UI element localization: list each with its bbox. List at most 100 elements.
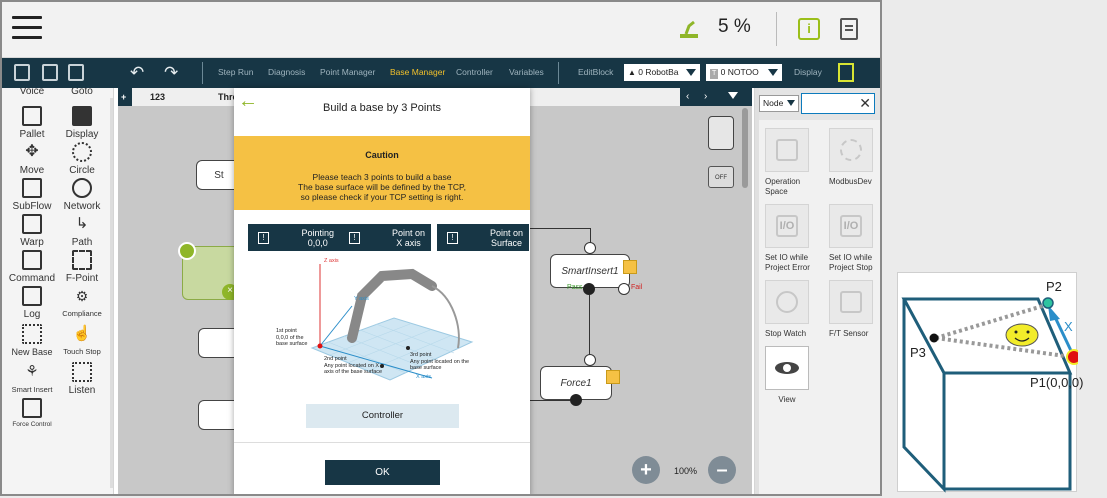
three-point-diagram: Z axis Y axis X axis 1st point 0,0,0 of … [276,256,482,388]
node-input-port[interactable] [584,354,596,366]
palette-item-label: Pallet [19,129,45,140]
clear-search-icon[interactable]: ✕ [859,95,871,112]
next-tab-icon[interactable]: › [704,91,707,102]
library-item-io-project-stop[interactable]: I/O Set IO while Project Stop [829,204,880,273]
document-icon[interactable] [840,18,858,40]
robot-status-icon[interactable] [678,18,700,40]
caution-text: Please teach 3 points to build a base [312,172,452,182]
palette-item-label: Compliance [62,309,102,318]
point-x-axis-button[interactable]: ! Point on X axis [339,224,431,251]
palette-item-warp[interactable]: Warp [6,214,58,248]
palette-item-label: Listen [68,385,96,396]
node-output-port[interactable] [570,394,582,406]
zoom-out-button[interactable]: – [708,456,736,484]
step-label: Surface [490,238,522,248]
palette-item-log[interactable]: Log [6,286,58,320]
node-input-port[interactable] [584,242,596,254]
menu-icon[interactable] [12,16,42,42]
tab-diagnosis[interactable]: Diagnosis [268,67,305,77]
edit-node-icon[interactable] [178,242,196,260]
palette-item-force-control[interactable]: Force Control [6,398,58,428]
redo-icon[interactable]: ↷ [164,63,178,83]
palette-item-compliance[interactable]: ⚙ Compliance [56,286,108,318]
ok-button[interactable]: OK [325,460,440,485]
tab-project-123[interactable]: 123 [144,88,171,106]
palette-item-network[interactable]: Network [56,178,108,212]
info-icon[interactable]: i [798,18,820,40]
library-scrollbar[interactable] [755,88,759,494]
tool-icon: T [710,69,719,79]
node-fail-port[interactable] [618,283,630,295]
palette-item-goto[interactable]: Goto [56,88,108,97]
tab-list-icon[interactable] [728,92,738,99]
palette-scrollbar[interactable] [110,98,113,488]
robot-base-select[interactable]: ▲ 0 RobotBa [624,64,700,81]
subflow-icon [22,178,42,198]
point-surface-button[interactable]: ! Point on Surface [437,224,529,251]
point-1-label: 1st point 0,0,0 of the base surface [276,328,308,348]
tab-controller[interactable]: Controller [456,67,493,77]
palette-item-path[interactable]: ↳ Path [56,214,108,248]
palette-item-pallet[interactable]: Pallet [6,106,58,140]
library-item-operation-space[interactable]: Operation Space [765,128,823,197]
tab-step-run[interactable]: Step Run [218,67,253,77]
x-axis-label: X [1064,319,1073,334]
divider [234,442,530,443]
canvas-scrollbar[interactable] [742,108,748,188]
save-icon[interactable] [42,64,58,81]
library-item-io-project-error[interactable]: I/O Set IO while Project Error [765,204,823,273]
node-filter-value: Node [763,98,784,108]
palette-item-label: Touch Stop [63,347,101,356]
move-icon: ✥ [25,143,39,160]
save-as-icon[interactable] [68,64,84,81]
palette-item-touch-stop[interactable]: ☝ Touch Stop [56,324,108,356]
node-search-input[interactable]: ✕ [801,93,875,114]
base-points-illustration: P2 X P3 P1(0,0,0) [897,272,1083,493]
tab-variables[interactable]: Variables [509,67,544,77]
circle-icon [72,142,92,162]
library-item-stop-watch[interactable]: Stop Watch [765,280,823,339]
library-item-ft-sensor[interactable]: F/T Sensor [829,280,880,339]
palette-item-label: Log [23,309,41,320]
new-file-icon[interactable] [14,64,30,81]
speed-indicator[interactable]: 5 % [718,16,751,38]
node-pass-port[interactable] [583,283,595,295]
palette-item-new-base[interactable]: New Base [6,324,58,357]
point-3-label: 3rd point Any point located on the base … [410,352,469,372]
controller-button[interactable]: Controller [306,404,459,428]
palette-item-circle[interactable]: Circle [56,142,108,176]
display-panel-icon[interactable] [838,63,854,82]
point-0-button[interactable]: ! Pointing 0,0,0 [248,224,340,251]
tab-base-manager[interactable]: Base Manager [390,67,445,77]
library-item-label: Operation Space [765,177,801,196]
tab-editblock[interactable]: EditBlock [578,67,613,77]
library-item-label: F/T Sensor [829,329,869,338]
palette-item-display[interactable]: Display [56,106,108,140]
node-filter-select[interactable]: Node [759,95,799,112]
palette-item-move[interactable]: ✥ Move [6,142,58,176]
tab-point-manager[interactable]: Point Manager [320,67,375,77]
zoom-in-button[interactable]: + [632,456,660,484]
z-axis-label: Z axis [324,258,339,264]
view-toggle-icon[interactable] [708,116,734,150]
palette-item-voice[interactable]: Voice [6,88,58,97]
palette-item-label: Network [63,201,101,212]
library-item-view[interactable]: View [765,346,809,405]
auto-layout-icon[interactable]: OFF [708,166,734,188]
caution-banner: Caution Please teach 3 points to build a… [234,136,530,210]
undo-icon[interactable]: ↶ [130,63,144,83]
palette-item-command[interactable]: Command [6,250,58,284]
point-3-text: Any point located on the [410,358,470,365]
palette-item-f-point[interactable]: F-Point [56,250,108,284]
palette-item-smart-insert[interactable]: ⚘ Smart Insert [6,362,58,394]
tool-select[interactable]: T 0 NOTOO [706,64,782,81]
palette-item-listen[interactable]: Listen [56,362,108,396]
point-3-text: base surface [410,365,442,371]
display-button[interactable]: Display [794,67,822,77]
io-error-icon: I/O [765,204,809,248]
prev-tab-icon[interactable]: ‹ [686,91,689,102]
tab-add-icon[interactable]: + [118,88,132,106]
palette-item-subflow[interactable]: SubFlow [6,178,58,212]
step-label: Point on [391,228,425,238]
library-item-modbusdev[interactable]: ModbusDev [829,128,880,187]
